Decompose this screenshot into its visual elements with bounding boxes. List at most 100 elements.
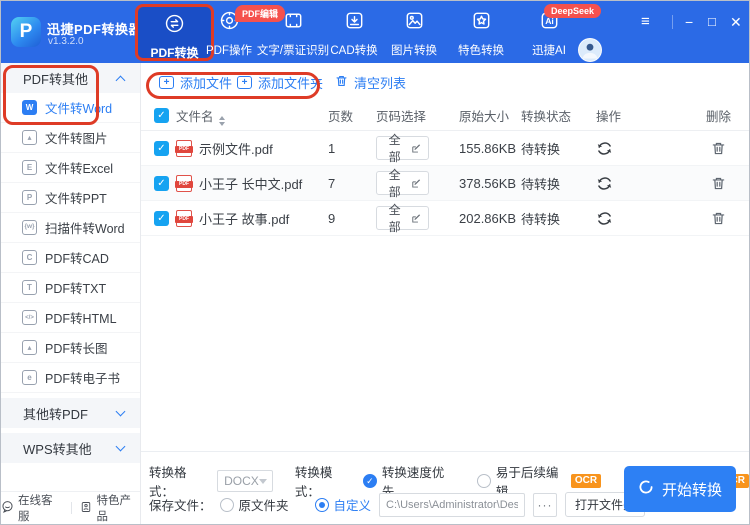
clear-list-button[interactable]: 清空列表 [335,73,406,92]
sidebar-item-file-to-word[interactable]: W 文件转Word [1,93,140,123]
sidebar-item-file-to-ppt[interactable]: P 文件转PPT [1,183,140,213]
delete-row-button[interactable] [711,141,726,156]
table-row: PDF 小王子 故事.pdf 9 全部 202.86KB 待转换 [141,201,749,236]
tab-label: 迅捷AI [532,45,566,57]
add-folder-button[interactable]: 添加文件夹 [237,73,323,92]
sidebar-item-file-to-excel[interactable]: E 文件转Excel [1,153,140,183]
featured-products-link[interactable]: 特色产品 [80,492,140,524]
convert-refresh-button[interactable] [589,140,686,157]
txt-doc-icon: T [22,280,37,295]
save-path-input[interactable] [379,492,526,517]
page-select-button[interactable]: 全部 [376,133,429,164]
radio-icon[interactable] [219,497,234,512]
sidebar-section-other-to-pdf[interactable]: 其他转PDF [1,398,140,428]
sidebar-section-wps-to-other[interactable]: WPS转其他 [1,433,140,463]
edit-icon [412,178,421,188]
convert-status: 待转换 [521,176,561,192]
sidebar: PDF转其他 W 文件转Word ▴ 文件转图片 E 文件转Excel P 文件… [1,63,141,524]
refresh-icon [597,176,612,190]
file-table: 文件名 页数 页码选择 原始大小 转换状态 操作 删除 PDF 示例文件.pdf… [141,101,749,236]
sidebar-item-pdf-to-long-image[interactable]: ▴ PDF转长图 [1,333,140,363]
tab-label: 特色转换 [458,45,504,57]
page-count: 9 [328,210,336,226]
edit-icon [412,213,421,223]
radio-selected-icon[interactable] [314,497,329,512]
user-avatar[interactable] [578,38,602,62]
file-toolbar: 添加文件 添加文件夹 清空列表 [141,63,749,101]
convert-status: 待转换 [521,141,561,157]
scan-word-icon: {w} [22,220,37,235]
chevron-down-icon [115,441,126,452]
select-all-checkbox[interactable] [154,108,169,123]
start-convert-button[interactable]: 开始转换 [624,466,736,512]
table-row: PDF 示例文件.pdf 1 全部 155.86KB 待转换 [141,131,749,166]
page-count: 7 [328,175,336,191]
column-header-page-select: 页码选择 [376,110,427,124]
sort-icon[interactable] [218,115,225,126]
column-header-status: 转换状态 [521,110,572,124]
refresh-icon [597,211,612,225]
spinner-icon [638,479,654,499]
table-row: PDF 小王子 长中文.pdf 7 全部 378.56KB 待转换 [141,166,749,201]
tab-cad-convert[interactable]: CAD转换 [322,9,386,58]
trash-icon [712,177,725,189]
browse-button[interactable]: ··· [533,492,558,517]
page-select-button[interactable]: 全部 [376,168,429,199]
page-select-button[interactable]: 全部 [376,203,429,234]
file-size: 155.86KB [459,140,517,156]
save-custom-option[interactable]: 自定义 [314,495,371,514]
column-header-pages: 页数 [328,110,354,124]
cad-download-icon [343,9,366,37]
picture-icon [403,9,426,37]
excel-doc-icon: E [22,160,37,175]
pdf-file-icon: PDF [175,209,193,227]
main-panel: 添加文件 添加文件夹 清空列表 文件名 [141,63,749,524]
tab-special-convert[interactable]: 特色转换 [449,9,513,58]
format-select[interactable]: DOCX [217,470,274,492]
close-button[interactable]: ✕ [730,13,742,31]
sidebar-item-pdf-to-cad[interactable]: C PDF转CAD [1,243,140,273]
online-support-link[interactable]: 在线客服 [1,492,62,524]
sidebar-item-scan-to-word[interactable]: {w} 扫描件转Word [1,213,140,243]
sidebar-item-pdf-to-ebook[interactable]: e PDF转电子书 [1,363,140,393]
radio-icon[interactable] [476,474,491,488]
chevron-down-icon [258,478,267,484]
tab-label: 图片转换 [391,45,437,57]
pdf-edit-badge: PDF编辑 [235,5,286,22]
pdf-file-icon: PDF [175,174,193,192]
file-name: 小王子 长中文.pdf [199,176,303,192]
menu-icon[interactable]: ≡ [641,13,650,31]
sidebar-item-pdf-to-txt[interactable]: T PDF转TXT [1,273,140,303]
settings-panel: 转换格式： DOCX 转换模式： 转换速度优先 易于后续编辑 OCR [141,451,749,524]
radio-checked-icon[interactable] [362,474,377,488]
tab-label: PDF转换 [150,46,199,60]
tab-label: 文字/票证识别 [256,45,330,57]
pdf-convert-icon [163,12,186,40]
ocr-badge: OCR [570,474,602,488]
column-header-size: 原始大小 [459,110,510,124]
convert-refresh-button[interactable] [589,175,686,192]
save-original-option[interactable]: 原文件夹 [219,495,289,514]
delete-row-button[interactable] [711,176,726,191]
minimize-button[interactable]: − [685,13,693,31]
sidebar-section-pdf-to-other[interactable]: PDF转其他 [1,63,140,93]
footer-divider [70,502,72,514]
tab-image-convert[interactable]: 图片转换 [382,9,446,58]
maximize-button[interactable]: □ [708,13,716,31]
sidebar-item-file-to-image[interactable]: ▴ 文件转图片 [1,123,140,153]
tab-label: PDF操作 [206,45,252,57]
sidebar-item-pdf-to-html[interactable]: </> PDF转HTML [1,303,140,333]
sidebar-footer: 在线客服 特色产品 [1,491,140,524]
row-checkbox[interactable] [154,210,169,226]
chat-smile-icon [1,500,14,516]
delete-row-button[interactable] [711,211,726,226]
app-version: v1.3.2.0 [48,36,84,47]
row-checkbox[interactable] [154,140,169,156]
row-checkbox[interactable] [154,175,169,191]
image-doc-icon: ▴ [22,130,37,145]
tab-label: CAD转换 [330,45,378,57]
html-doc-icon: </> [22,310,37,325]
add-file-button[interactable]: 添加文件 [159,73,232,92]
header-bar: P 迅捷PDF转换器 v1.3.2.0 PDF转换 PDF编辑 PDF操作 文字… [1,1,749,63]
convert-refresh-button[interactable] [589,210,686,227]
